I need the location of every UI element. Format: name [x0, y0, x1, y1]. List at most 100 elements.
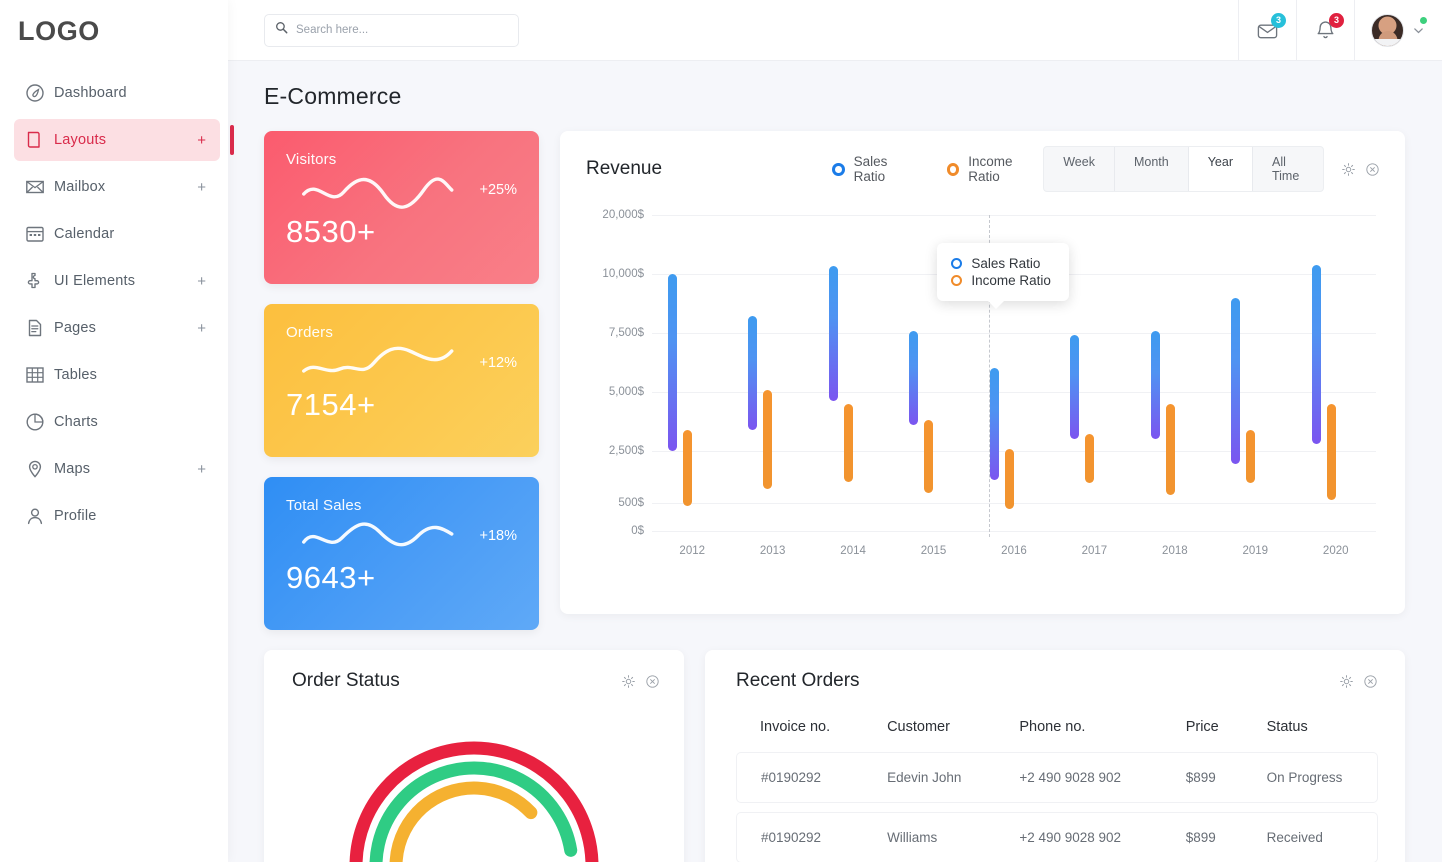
sidebar-item-label: Calendar [54, 226, 115, 242]
sales-bar[interactable] [989, 368, 999, 480]
order-status-gauge [324, 716, 624, 862]
stat-card-orders[interactable]: Orders +12% 7154+ [264, 304, 539, 457]
maps-icon [24, 458, 54, 480]
sidebar-item-layouts[interactable]: Layouts + [14, 119, 234, 161]
sparkline-icon [302, 177, 454, 209]
sales-bar[interactable] [668, 274, 677, 451]
sparkline-icon [302, 346, 454, 373]
legend-item[interactable]: Income Ratio [946, 154, 1044, 184]
period-week[interactable]: Week [1044, 147, 1115, 191]
expand-icon[interactable]: + [197, 461, 206, 478]
income-bar[interactable] [1165, 403, 1175, 496]
cell-invoice: #0190292 [736, 752, 864, 803]
sales-bar[interactable] [1311, 264, 1321, 444]
sidebar-item-dashboard[interactable]: Dashboard [14, 72, 220, 114]
user-menu[interactable] [1354, 0, 1442, 61]
expand-icon[interactable]: + [197, 320, 206, 337]
bar-group[interactable] [813, 201, 893, 531]
sidebar-item-label: Mailbox [54, 179, 106, 195]
sales-bar[interactable] [1231, 297, 1241, 464]
x-tick-label: 2017 [1081, 545, 1108, 557]
maps-icon [28, 460, 42, 478]
expand-icon[interactable]: + [197, 273, 206, 290]
sales-bar[interactable] [909, 330, 919, 426]
sidebar-item-tables[interactable]: Tables [14, 354, 220, 396]
tooltip-row: Sales Ratio [951, 256, 1051, 271]
search-input[interactable] [296, 24, 501, 36]
sales-bar[interactable] [748, 316, 758, 430]
table-row[interactable]: #0190292 Williams +2 490 9028 902 $899 R… [736, 812, 1378, 862]
income-bar[interactable] [1326, 403, 1336, 500]
bar-group[interactable] [1215, 201, 1295, 531]
cell-price: $899 [1161, 812, 1243, 862]
x-axis-labels: 2012 2013 2014 2015 2016 2017 2018 2019 … [652, 545, 1376, 557]
bar-group[interactable] [1135, 201, 1215, 531]
messages-button[interactable]: 3 [1238, 0, 1296, 61]
search-box[interactable] [264, 13, 519, 47]
income-bar[interactable] [1085, 434, 1095, 484]
sales-bar[interactable] [1070, 335, 1080, 440]
period-year[interactable]: Year [1188, 147, 1253, 191]
sales-bar[interactable] [828, 266, 838, 402]
income-bar[interactable] [843, 403, 853, 483]
sidebar-item-profile[interactable]: Profile [14, 495, 220, 537]
income-bar[interactable] [1004, 448, 1014, 509]
close-icon[interactable] [645, 674, 660, 689]
tables-icon [26, 367, 44, 383]
sidebar-item-mailbox[interactable]: Mailbox + [14, 166, 220, 208]
table-row[interactable]: #0190292 Edevin John +2 490 9028 902 $89… [736, 752, 1378, 803]
income-bar[interactable] [763, 389, 773, 489]
cell-customer: Edevin John [863, 752, 996, 803]
period-all-time[interactable]: All Time [1253, 147, 1323, 191]
sidebar-item-label: Pages [54, 320, 97, 336]
dashboard-icon [24, 82, 54, 104]
app-root: LOGO Dashboard Layouts + Mailbox + Calen… [0, 0, 1442, 862]
order-status-header: Order Status [292, 670, 660, 692]
period-month[interactable]: Month [1115, 147, 1189, 191]
y-tick-label: 10,000$ [602, 268, 644, 280]
tooltip-ring-icon [951, 258, 963, 269]
bottom-row: Order Status Recent Orders Invoice no. C… [264, 650, 1405, 862]
expand-icon[interactable]: + [197, 179, 206, 196]
sidebar-item-ui-elements[interactable]: UI Elements + [14, 260, 220, 302]
sidebar-item-calendar[interactable]: Calendar [14, 213, 220, 255]
stat-card-visitors[interactable]: Visitors +25% 8530+ [264, 131, 539, 284]
income-bar[interactable] [924, 420, 934, 493]
sales-bar[interactable] [1150, 330, 1160, 440]
search-wrapper [264, 13, 519, 47]
notifications-badge: 3 [1329, 12, 1344, 28]
sidebar-item-label: Layouts [54, 132, 107, 148]
profile-icon [24, 505, 54, 527]
bar-group[interactable] [732, 201, 812, 531]
logo[interactable]: LOGO [0, 0, 228, 62]
tooltip-label: Sales Ratio [971, 256, 1041, 271]
sidebar-item-label: Tables [54, 367, 98, 383]
sidebar-item-charts[interactable]: Charts [14, 401, 220, 443]
notifications-button[interactable]: 3 [1296, 0, 1354, 61]
close-icon[interactable] [1365, 162, 1380, 177]
calendar-icon [26, 226, 44, 242]
bar-group[interactable] [652, 201, 732, 531]
revenue-header: Revenue Sales Ratio Income Ratio Week Mo… [586, 146, 1380, 192]
y-axis-labels: 20,000$ 10,000$ 7,500$ 5,000$ 2,500$ 500… [586, 201, 644, 537]
close-icon[interactable] [1363, 674, 1378, 689]
legend-item[interactable]: Sales Ratio [832, 154, 919, 184]
profile-icon [27, 508, 43, 525]
order-status-actions [621, 674, 660, 689]
content: E-Commerce Visitors +25% 8530+ Orders +1… [228, 61, 1442, 862]
x-tick-label: 2019 [1242, 545, 1269, 557]
stat-change: +12% [479, 355, 518, 371]
gear-icon[interactable] [1341, 162, 1356, 177]
search-icon [275, 21, 288, 39]
income-bar[interactable] [683, 429, 692, 506]
sidebar-item-pages[interactable]: Pages + [14, 307, 220, 349]
gear-icon[interactable] [1339, 674, 1354, 689]
income-bar[interactable] [1246, 429, 1256, 484]
expand-icon[interactable]: + [197, 132, 206, 149]
y-tick-label: 0$ [631, 525, 644, 537]
gear-icon[interactable] [621, 674, 636, 689]
period-selector[interactable]: Week Month Year All Time [1043, 146, 1324, 192]
sidebar-item-maps[interactable]: Maps + [14, 448, 220, 490]
bar-group[interactable] [1296, 201, 1376, 531]
stat-card-total-sales[interactable]: Total Sales +18% 9643+ [264, 477, 539, 630]
